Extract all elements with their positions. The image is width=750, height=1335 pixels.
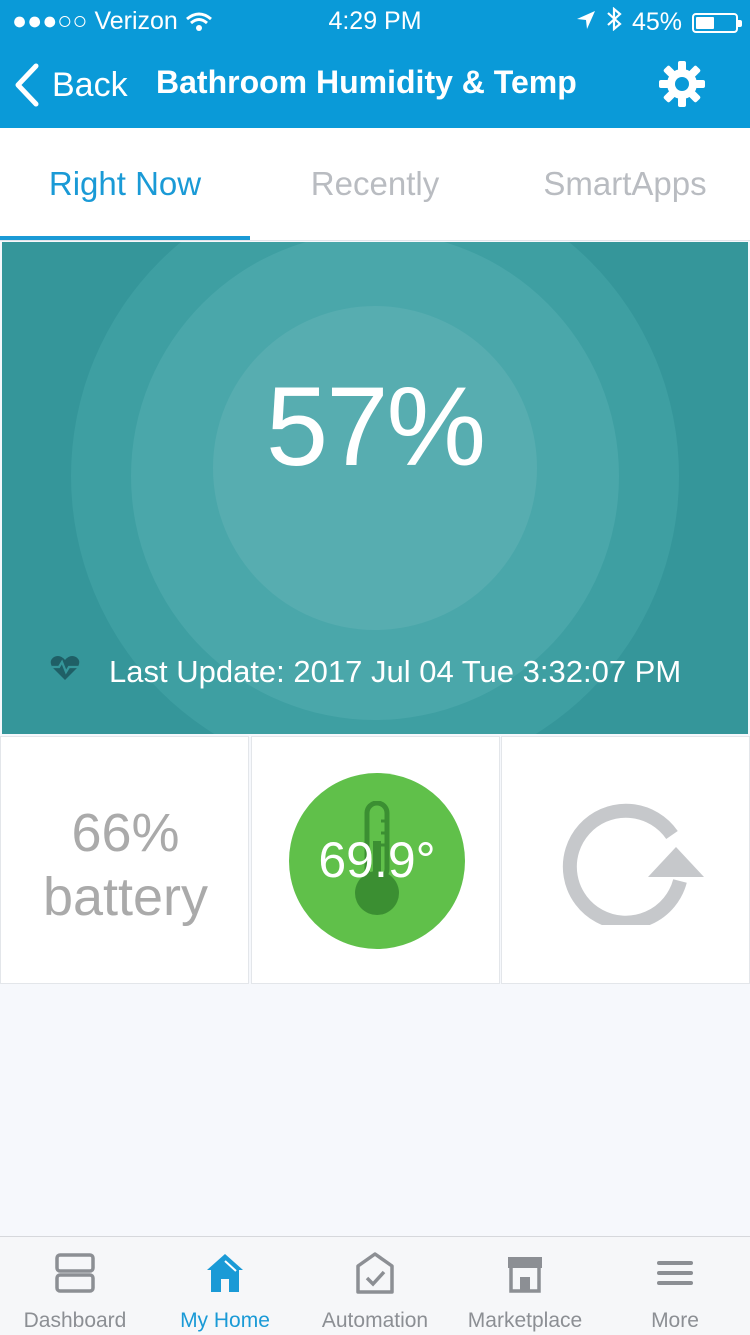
nav-more-label: More [651, 1309, 699, 1332]
humidity-tile[interactable]: 57% Last Update: 2017 Jul 04 Tue 3:32:07… [2, 242, 748, 734]
refresh-tile[interactable] [501, 736, 750, 984]
nav-my-home-label: My Home [180, 1309, 270, 1332]
nav-more[interactable]: More [600, 1237, 750, 1335]
nav-automation-label: Automation [321, 1309, 429, 1332]
menu-icon [657, 1261, 693, 1285]
nav-automation[interactable]: Automation [300, 1237, 450, 1335]
bluetooth-icon [606, 6, 622, 38]
status-bar: ●●●○○ Verizon 4:29 PM 45% [0, 0, 750, 40]
battery-label: battery [42, 867, 209, 927]
page-title: Bathroom Humidity & Temp [156, 64, 577, 100]
active-tab-indicator [0, 236, 250, 240]
nav-marketplace-label: Marketplace [467, 1309, 583, 1332]
nav-dashboard[interactable]: Dashboard [0, 1237, 150, 1335]
temperature-circle: 69.9° [289, 773, 465, 949]
nav-my-home[interactable]: My Home [150, 1237, 300, 1335]
temperature-tile[interactable]: 69.9° [251, 736, 500, 984]
dashboard-icon [55, 1253, 95, 1293]
location-icon [576, 8, 596, 37]
bottom-nav: Dashboard My Home Automation Marketplace… [0, 1236, 750, 1335]
tab-smartapps[interactable]: SmartApps [500, 128, 750, 240]
marketplace-icon [508, 1257, 542, 1293]
battery-reading: 66% battery [1, 801, 250, 929]
tab-recently[interactable]: Recently [250, 128, 500, 240]
tab-bar: Right Now Recently SmartApps [0, 128, 750, 241]
gear-icon[interactable] [656, 58, 708, 110]
back-label: Back [52, 65, 128, 104]
header: ●●●○○ Verizon 4:29 PM 45% Back Bathroom … [0, 0, 750, 128]
nav-dashboard-label: Dashboard [23, 1309, 127, 1332]
status-right: 45% [576, 6, 742, 38]
chevron-left-icon [15, 63, 39, 107]
battery-percent: 45% [631, 8, 682, 36]
last-update-row: Last Update: 2017 Jul 04 Tue 3:32:07 PM [2, 646, 748, 696]
temperature-value: 69.9° [318, 832, 436, 888]
battery-percent-value: 66% [71, 803, 180, 863]
back-button[interactable]: Back [14, 58, 128, 112]
nav-marketplace[interactable]: Marketplace [450, 1237, 600, 1335]
automation-icon [356, 1252, 394, 1294]
tile-row: 66% battery 69.9° [0, 736, 750, 984]
heart-pulse-icon [50, 656, 80, 680]
humidity-value: 57% [265, 364, 486, 489]
battery-tile[interactable]: 66% battery [0, 736, 249, 984]
last-update-text: Last Update: 2017 Jul 04 Tue 3:32:07 PM [109, 654, 682, 689]
home-icon [207, 1254, 243, 1292]
refresh-icon [562, 803, 704, 925]
battery-icon [692, 12, 742, 33]
tab-right-now[interactable]: Right Now [0, 128, 250, 240]
